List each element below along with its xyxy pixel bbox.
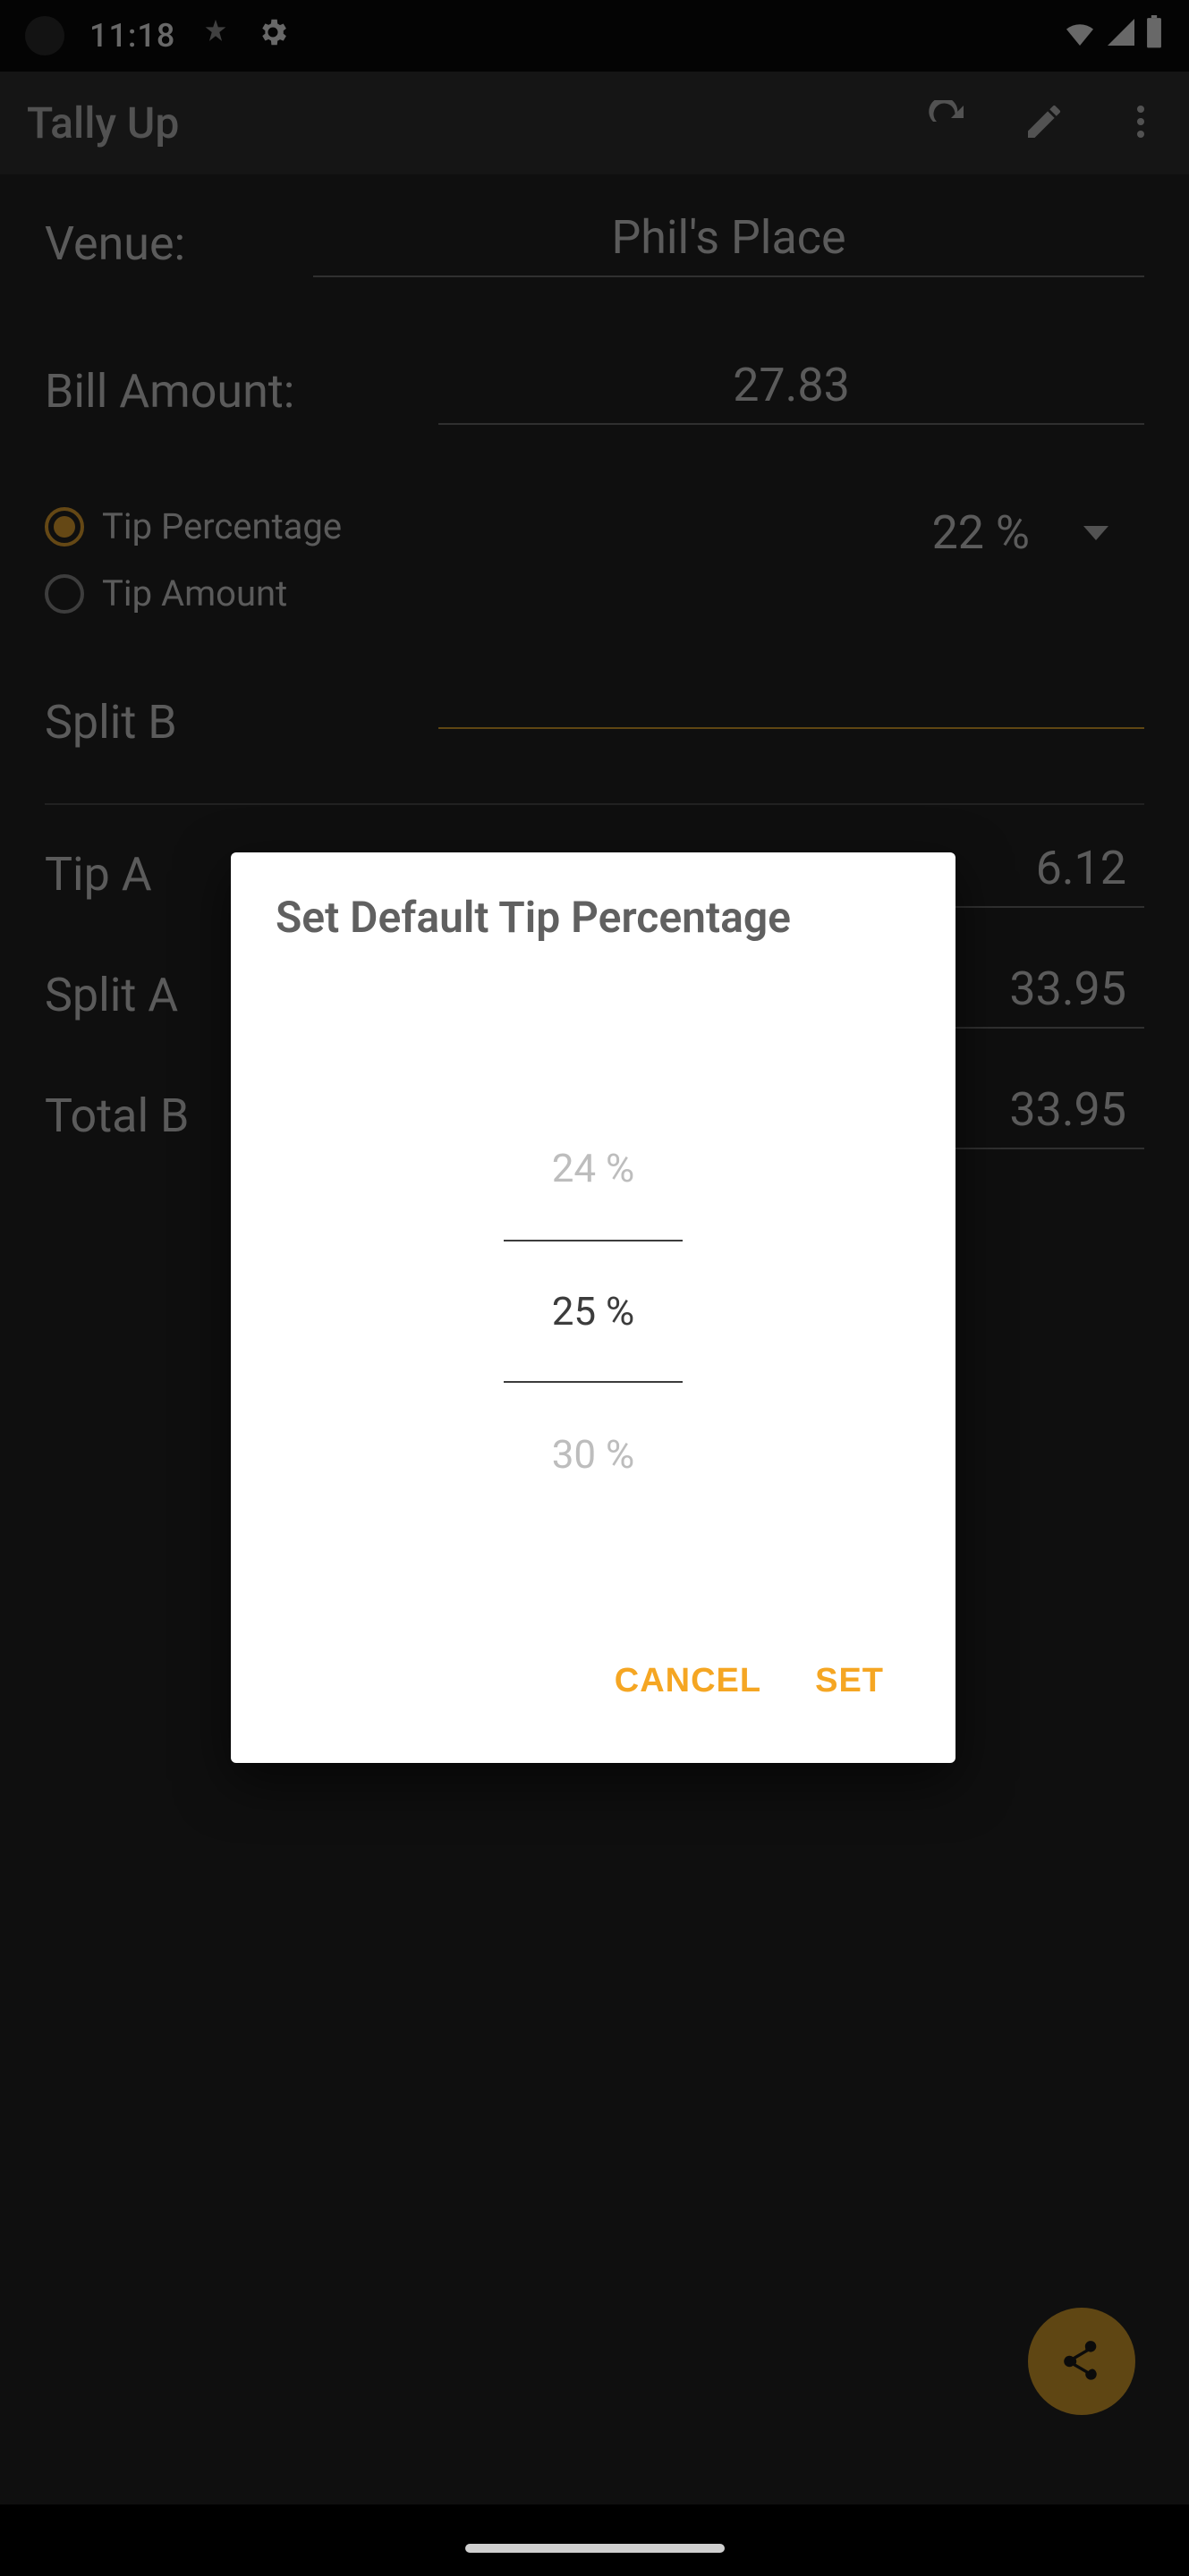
gesture-nav-pill[interactable] [465,2544,725,2553]
picker-option-selected[interactable]: 25 % [504,1240,683,1383]
set-button[interactable]: SET [815,1662,884,1700]
dialog-actions: CANCEL SET [276,1626,911,1745]
tip-percentage-picker[interactable]: 24 % 25 % 30 % [276,996,911,1626]
dialog-title: Set Default Tip Percentage [276,892,911,943]
default-tip-dialog: Set Default Tip Percentage 24 % 25 % 30 … [231,852,955,1763]
cancel-button[interactable]: CANCEL [615,1662,761,1700]
picker-option-prev[interactable]: 24 % [504,1097,683,1240]
picker-option-next[interactable]: 30 % [504,1383,683,1526]
